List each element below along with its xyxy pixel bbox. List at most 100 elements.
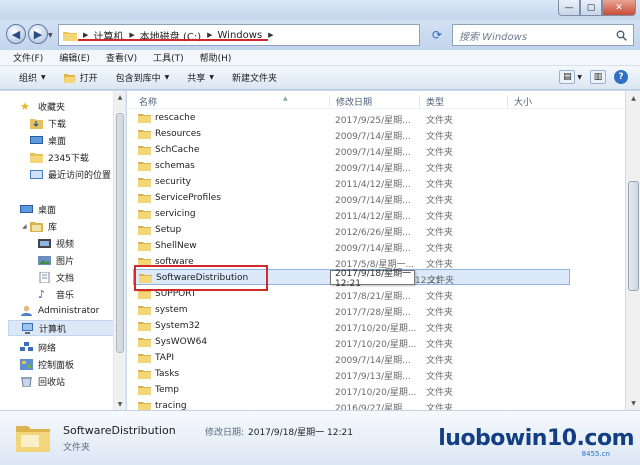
minimize-button[interactable]: — <box>558 0 580 16</box>
file-type: 文件夹 <box>426 180 454 190</box>
table-row[interactable]: schemas 2009/7/14/星期... 文件夹 <box>127 158 625 174</box>
menu-view[interactable]: 查看(V) <box>106 51 137 64</box>
forward-arrow-icon: ▶ <box>33 27 43 41</box>
caret-down-icon[interactable]: ▼ <box>577 74 582 81</box>
file-name: SysWOW64 <box>155 337 208 347</box>
table-row[interactable]: Resources 2009/7/14/星期... 文件夹 <box>127 126 625 142</box>
share-button[interactable]: 共享 ▼ <box>187 71 214 84</box>
column-size[interactable]: 大小 <box>507 95 532 108</box>
sidebar-item-videos[interactable]: 视频 <box>38 237 74 250</box>
file-type: 文件夹 <box>426 164 454 174</box>
sidebar-item-control-panel[interactable]: 控制面板 <box>20 358 74 371</box>
details-type: 文件夹 <box>63 443 91 453</box>
maximize-button[interactable]: ▢ <box>580 0 602 16</box>
scroll-down-icon[interactable]: ▼ <box>626 396 640 410</box>
folder-icon <box>138 402 151 410</box>
menu-help[interactable]: 帮助(H) <box>200 51 232 64</box>
file-name: system <box>155 305 188 315</box>
search-input[interactable]: 搜索 Windows <box>452 24 634 46</box>
table-row[interactable]: ServiceProfiles 2009/7/14/星期... 文件夹 <box>127 190 625 206</box>
sidebar-item-pictures[interactable]: 图片 <box>38 254 74 267</box>
table-row[interactable]: tracing 2016/9/27/星期... 文件夹 <box>127 398 625 410</box>
chevron-right-icon[interactable]: ▶ <box>129 31 134 39</box>
preview-pane-icon[interactable]: ▥ <box>590 70 606 84</box>
file-date: 2009/7/14/星期... <box>335 356 411 366</box>
forward-button[interactable]: ▶ <box>28 24 48 44</box>
sidebar-item-label: 文档 <box>56 274 75 284</box>
column-name[interactable]: 名称 <box>133 95 157 108</box>
file-type: 文件夹 <box>426 372 454 382</box>
chevron-right-icon[interactable]: ▶ <box>207 31 212 39</box>
sidebar-desktop[interactable]: 桌面 <box>20 203 56 216</box>
sidebar-item-label: 网络 <box>38 344 57 354</box>
table-row[interactable]: system 2017/7/28/星期... 文件夹 <box>127 302 625 318</box>
table-row[interactable]: rescache 2017/9/25/星期... 文件夹 <box>127 110 625 126</box>
table-row[interactable]: servicing 2011/4/12/星期... 文件夹 <box>127 206 625 222</box>
network-icon <box>20 342 33 351</box>
address-bar[interactable]: ▶ 计算机 ▶ 本地磁盘 (C:) ▶ Windows ▶ ▼ <box>58 24 471 46</box>
table-row[interactable]: Setup 2012/6/26/星期... 文件夹 <box>127 222 625 238</box>
folder-icon <box>63 31 77 41</box>
menu-tools[interactable]: 工具(T) <box>153 51 184 64</box>
sidebar-item-2345-downloads[interactable]: 2345下载 <box>30 151 89 164</box>
navigation-scrollbar[interactable]: ▲ ▼ <box>114 91 126 410</box>
chevron-right-icon: ▶ <box>83 31 89 39</box>
table-row[interactable]: SysWOW64 2017/10/20/星期... 文件夹 <box>127 334 625 350</box>
scroll-thumb[interactable] <box>116 113 124 353</box>
table-row[interactable]: ShellNew 2009/7/14/星期... 文件夹 <box>127 238 625 254</box>
sidebar-favorites[interactable]: ★ 收藏夹 <box>20 100 65 113</box>
scroll-down-icon[interactable]: ▼ <box>114 398 126 410</box>
table-row[interactable]: SchCache 2009/7/14/星期... 文件夹 <box>127 142 625 158</box>
close-button[interactable]: ✕ <box>602 0 636 16</box>
organize-button[interactable]: 组织 ▼ <box>19 71 46 84</box>
table-row[interactable]: security 2011/4/12/星期... 文件夹 <box>127 174 625 190</box>
table-row[interactable]: Temp 2017/10/20/星期... 文件夹 <box>127 382 625 398</box>
scroll-thumb[interactable] <box>628 181 639 291</box>
sidebar-item-recent-places[interactable]: 最近访问的位置 <box>30 168 111 181</box>
share-label: 共享 <box>187 74 206 84</box>
sidebar-item-computer[interactable]: 计算机 <box>8 320 113 336</box>
table-row[interactable]: System32 2017/10/20/星期... 文件夹 <box>127 318 625 334</box>
sidebar-item-administrator[interactable]: Administrator <box>20 305 99 316</box>
folder-icon <box>138 130 151 139</box>
sidebar-item-label: 桌面 <box>48 137 67 147</box>
sidebar-item-recycle-bin[interactable]: 回收站 <box>20 375 65 388</box>
refresh-button[interactable]: ⟳ <box>428 24 446 46</box>
new-folder-button[interactable]: 新建文件夹 <box>232 71 277 84</box>
file-name: System32 <box>155 321 201 331</box>
column-date[interactable]: 修改日期 <box>329 95 372 108</box>
back-button[interactable]: ◀ <box>6 24 26 44</box>
sidebar-item-network[interactable]: 网络 <box>20 341 56 354</box>
menu-edit[interactable]: 编辑(E) <box>59 51 90 64</box>
chevron-right-icon[interactable]: ▶ <box>268 31 273 39</box>
file-type: 文件夹 <box>426 308 454 318</box>
table-row[interactable]: TAPI 2009/7/14/星期... 文件夹 <box>127 350 625 366</box>
table-row[interactable]: Tasks 2017/9/13/星期... 文件夹 <box>127 366 625 382</box>
desktop-icon <box>20 205 33 213</box>
include-in-library-button[interactable]: 包含到库中 ▼ <box>116 71 170 84</box>
column-type[interactable]: 类型 <box>419 95 444 108</box>
search-placeholder: 搜索 Windows <box>459 31 528 43</box>
help-icon[interactable]: ? <box>614 70 628 84</box>
open-button[interactable]: 打开 <box>63 71 98 84</box>
file-date: 2011/4/12/星期... <box>335 180 411 190</box>
file-type: 文件夹 <box>426 148 454 158</box>
sidebar-item-documents[interactable]: 文档 <box>38 271 74 284</box>
recent-pages-dropdown-icon[interactable]: ▼ <box>48 32 53 39</box>
video-icon <box>38 239 51 248</box>
sidebar-item-desktop-fav[interactable]: 桌面 <box>30 134 66 147</box>
details-pane: SoftwareDistribution 修改日期: 2017/9/18/星期一… <box>0 410 640 465</box>
file-type: 文件夹 <box>426 356 454 366</box>
sidebar-item-music[interactable]: ♪ 音乐 <box>38 288 74 301</box>
sidebar-item-downloads[interactable]: 下载 <box>30 117 66 130</box>
collapse-arrow-icon[interactable]: ◢ <box>22 223 27 230</box>
folder-icon <box>138 370 151 379</box>
sidebar-libraries[interactable]: 库 <box>30 220 57 233</box>
scroll-up-icon[interactable]: ▲ <box>114 91 126 103</box>
scroll-up-icon[interactable]: ▲ <box>626 91 640 105</box>
file-type: 文件夹 <box>426 212 454 222</box>
file-name: ShellNew <box>155 241 197 251</box>
file-list-scrollbar[interactable]: ▲ ▼ <box>625 91 640 410</box>
change-view-icon[interactable]: ▤ <box>559 70 576 84</box>
menu-file[interactable]: 文件(F) <box>13 51 43 64</box>
